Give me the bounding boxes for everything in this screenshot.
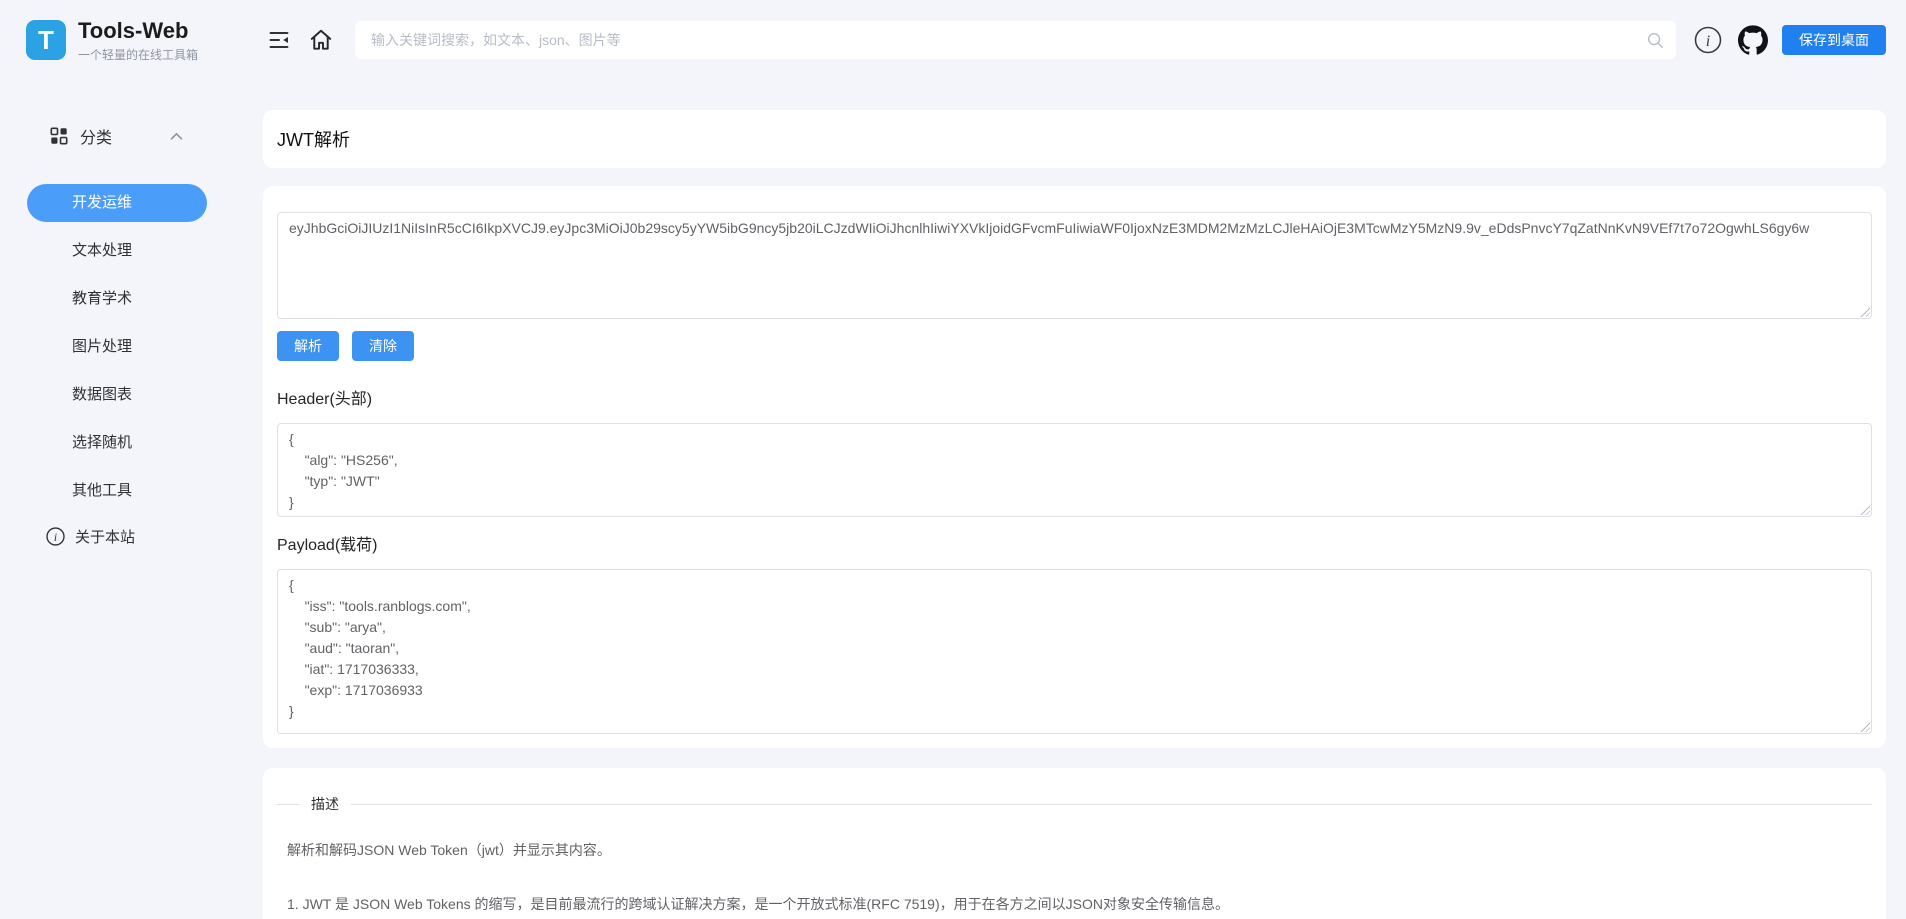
chevron-up-icon[interactable] — [170, 132, 183, 141]
sidebar: 分类 开发运维 文本处理 教育学术 图片处理 数据图表 选择随机 其他工具 i … — [0, 80, 213, 919]
header-actions: i 保存到桌面 — [1692, 24, 1886, 56]
sidebar-item-chart[interactable]: 数据图表 — [27, 376, 207, 414]
header-section-title: Header(头部) — [277, 391, 373, 408]
description-intro: 解析和解码JSON Web Token（jwt）并显示其内容。 — [287, 842, 611, 858]
description-note: 1. JWT 是 JSON Web Tokens 的缩写，是目前最流行的跨域认证… — [287, 896, 1229, 912]
home-button[interactable] — [305, 24, 337, 56]
save-to-desktop-button[interactable]: 保存到桌面 — [1782, 25, 1886, 55]
parse-button[interactable]: 解析 — [277, 331, 339, 361]
svg-text:i: i — [54, 532, 57, 544]
brand-text: Tools-Web 一个轻量的在线工具箱 — [78, 18, 198, 63]
svg-text:i: i — [1706, 33, 1710, 50]
grid-icon — [50, 127, 68, 145]
sidebar-item-devops[interactable]: 开发运维 — [27, 184, 207, 222]
info-icon: i — [46, 527, 65, 546]
sidebar-item-about[interactable]: i 关于本站 — [0, 526, 213, 547]
sidebar-item-image[interactable]: 图片处理 — [27, 328, 207, 366]
jwt-token-input[interactable]: eyJhbGciOiJIUzI1NiIsInR5cCI6IkpXVCJ9.eyJ… — [277, 212, 1872, 319]
app-root: T Tools-Web 一个轻量的在线工具箱 输入关键词搜索，如文本、json、… — [0, 0, 1906, 919]
action-buttons: 解析 清除 — [277, 331, 1872, 361]
sidebar-fold-button[interactable] — [263, 24, 295, 56]
divider-line-right — [351, 803, 1872, 805]
github-link[interactable] — [1738, 25, 1768, 55]
jwt-tool-card: eyJhbGciOiJIUzI1NiIsInR5cCI6IkpXVCJ9.eyJ… — [263, 186, 1886, 748]
clear-button[interactable]: 清除 — [352, 331, 414, 361]
category-header[interactable]: 分类 — [0, 124, 213, 148]
jwt-payload-output[interactable]: { "iss": "tools.ranblogs.com", "sub": "a… — [277, 569, 1872, 734]
description-card: 描述 解析和解码JSON Web Token（jwt）并显示其内容。 1. JW… — [263, 768, 1886, 919]
brand[interactable]: T Tools-Web 一个轻量的在线工具箱 — [0, 18, 213, 63]
search-icon[interactable] — [1646, 31, 1664, 49]
sidebar-item-random[interactable]: 选择随机 — [27, 424, 207, 462]
home-icon — [308, 27, 334, 53]
main-content: JWT解析 eyJhbGciOiJIUzI1NiIsInR5cCI6IkpXVC… — [213, 80, 1906, 919]
sidebar-item-text[interactable]: 文本处理 — [27, 232, 207, 270]
sidebar-item-other[interactable]: 其他工具 — [27, 472, 207, 510]
divider-line-left — [277, 803, 299, 805]
payload-section-title: Payload(载荷) — [277, 537, 378, 554]
description-notes: 1. JWT 是 JSON Web Tokens 的缩写，是目前最流行的跨域认证… — [277, 892, 1872, 919]
app-title: Tools-Web — [78, 17, 189, 43]
description-divider: 描述 — [277, 794, 1872, 814]
app-logo-icon: T — [26, 20, 66, 60]
info-icon: i — [1694, 26, 1722, 54]
sidebar-item-education[interactable]: 教育学术 — [27, 280, 207, 318]
top-header: T Tools-Web 一个轻量的在线工具箱 输入关键词搜索，如文本、json、… — [0, 0, 1906, 80]
page-title-card: JWT解析 — [263, 110, 1886, 168]
github-icon — [1738, 25, 1768, 55]
logo-letter: T — [38, 24, 54, 55]
category-label: 分类 — [80, 130, 113, 147]
about-info-button[interactable]: i — [1692, 24, 1724, 56]
about-label: 关于本站 — [75, 529, 136, 546]
category-list: 开发运维 文本处理 教育学术 图片处理 数据图表 选择随机 其他工具 — [0, 184, 213, 510]
jwt-header-output[interactable]: { "alg": "HS256", "typ": "JWT" } — [277, 423, 1872, 517]
search-input[interactable] — [371, 32, 1646, 48]
description-divider-label: 描述 — [311, 796, 339, 812]
page-title: JWT解析 — [277, 130, 350, 150]
search-bar — [355, 21, 1676, 59]
menu-fold-icon — [267, 28, 291, 52]
app-tagline: 一个轻量的在线工具箱 — [78, 47, 199, 62]
